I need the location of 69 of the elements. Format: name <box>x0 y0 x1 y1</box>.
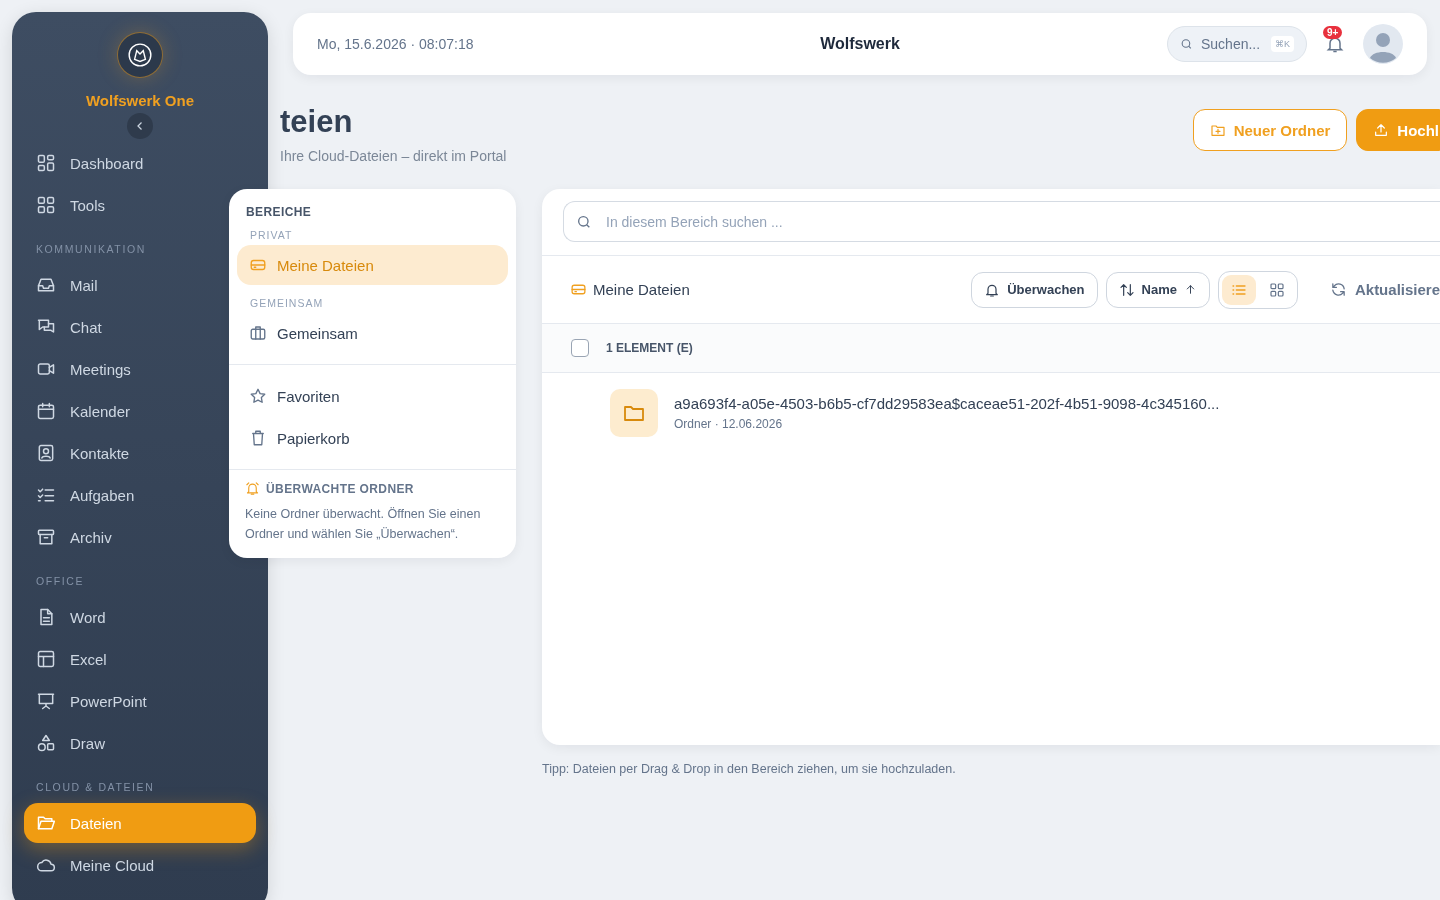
sort-button[interactable]: Name <box>1105 271 1210 308</box>
sidebar-item[interactable]: Excel <box>24 639 224 679</box>
sidebar-item[interactable]: Meine Cloud <box>24 845 224 885</box>
watch-button[interactable]: Überwachen <box>971 271 1098 308</box>
checklist-icon <box>36 485 56 505</box>
sidebar-item[interactable]: Mail <box>24 265 224 305</box>
breadcrumb: Meine Dateien <box>593 281 690 298</box>
section-title: OFFICE <box>35 574 86 589</box>
brand-name: Wolfswerk One <box>85 92 195 109</box>
sidebar-item[interactable]: Meetings <box>24 349 224 389</box>
shapes-icon <box>36 733 56 753</box>
search-field[interactable]: In diesem Bereich suchen ... <box>563 201 1440 242</box>
search-icon <box>576 213 592 230</box>
avatar[interactable] <box>1363 24 1403 64</box>
app-title: Wolfswerk <box>820 35 900 53</box>
tip-text: Tipp: Dateien per Drag & Drop in den Bereich ziehen, um sie hochzuladen. <box>542 762 957 776</box>
sort-icon <box>1118 281 1135 298</box>
grid-icon <box>36 153 56 173</box>
area-item[interactable]: Papierkorb <box>237 418 508 458</box>
group-label: GEMEINSAM <box>249 297 325 309</box>
presentation-icon <box>36 691 56 711</box>
panel-title: BEREICHE <box>245 205 313 219</box>
logo-icon <box>117 32 163 78</box>
sidebar-item[interactable]: Aufgaben <box>24 475 224 515</box>
contact-icon <box>36 443 56 463</box>
sidebar-item[interactable]: Dashboard <box>24 143 224 183</box>
alarm-icon <box>245 481 260 496</box>
sidebar-item[interactable]: PowerPoint <box>24 681 224 721</box>
item-count: 1 ELEMENT (E) <box>606 341 693 355</box>
folder-icon <box>36 813 56 833</box>
sidebar-item[interactable]: Tools <box>24 185 224 225</box>
date-time: Mo, 15.6.2026 · 08:07:18 <box>317 36 475 52</box>
area-item[interactable]: Gemeinsam <box>237 313 508 353</box>
search-input[interactable]: Suchen... <box>1201 36 1263 52</box>
archive-icon <box>36 527 56 547</box>
shortcut-hint: ⌘K <box>1271 36 1294 52</box>
select-all-checkbox[interactable] <box>571 339 589 357</box>
search-icon <box>1180 36 1193 52</box>
sidebar-item[interactable]: Chat <box>24 307 224 347</box>
refresh-button[interactable]: Aktualisiere <box>1315 281 1440 298</box>
folder-icon <box>610 389 658 437</box>
grid-icon <box>1268 281 1285 298</box>
trash-icon <box>249 429 267 447</box>
upload-icon <box>1373 122 1390 138</box>
inbox-icon <box>36 275 56 295</box>
sidebar-item[interactable]: Word <box>24 597 224 637</box>
file-name[interactable]: a9a693f4-a05e-4503-b6b5-cf7dd29583ea$caceae51-202f-4b51-9098-4c345160... <box>674 395 1220 412</box>
list-view-button[interactable] <box>1221 274 1256 305</box>
collapse-button[interactable] <box>127 113 153 139</box>
page-subtitle: Ihre Cloud-Dateien – direkt im Portal <box>280 148 507 164</box>
empty-message: Keine Ordner überwacht. Öffnen Sie einen Ordner und wählen Sie „Überwachen“. <box>244 506 482 543</box>
refresh-icon <box>1329 281 1347 298</box>
star-icon <box>249 387 267 405</box>
table-icon <box>36 649 56 669</box>
file-meta: Ordner · 12.06.2026 <box>674 417 784 431</box>
section-title: ÜBERWACHTE ORDNER <box>266 481 414 496</box>
sidebar-item[interactable]: Draw <box>24 723 224 763</box>
grid-icon <box>36 195 56 215</box>
group-label: PRIVAT <box>249 229 294 241</box>
briefcase-icon <box>249 324 267 342</box>
folder-plus-icon <box>1209 122 1226 138</box>
area-item[interactable]: Favoriten <box>237 376 508 416</box>
section-title: CLOUD & DATEIEN <box>35 780 156 795</box>
sidebar-item[interactable]: Kontakte <box>24 433 224 473</box>
sidebar-item[interactable]: Kalender <box>24 391 224 431</box>
page-title: teien <box>280 104 354 140</box>
sidebar-item[interactable]: Archiv <box>24 517 224 557</box>
notification-badge: 9+ <box>1323 26 1343 39</box>
calendar-icon <box>36 401 56 421</box>
